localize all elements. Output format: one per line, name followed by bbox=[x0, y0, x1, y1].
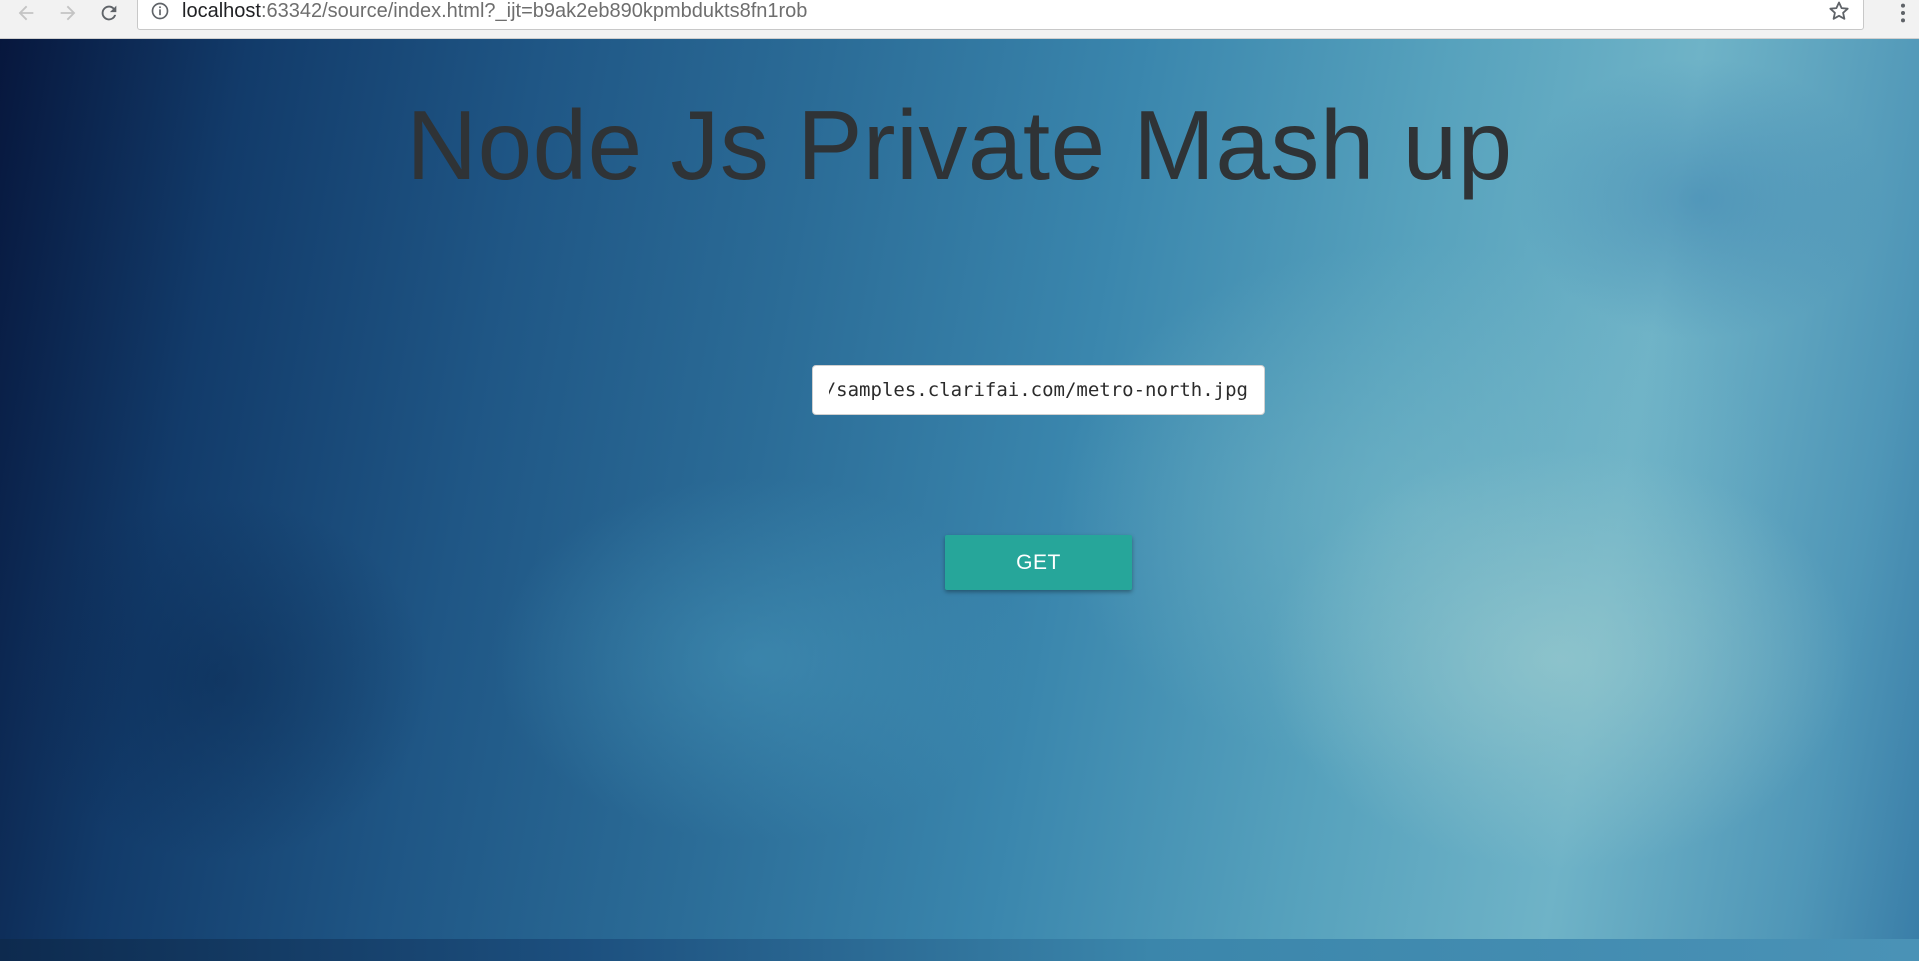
address-url-path: :63342/source/index.html?_ijt=b9ak2eb890… bbox=[260, 0, 808, 22]
page-viewport: Node Js Private Mash up GET bbox=[0, 39, 1919, 939]
kebab-menu-icon[interactable] bbox=[1895, 0, 1911, 26]
bottom-strip bbox=[0, 939, 1919, 961]
forward-button[interactable] bbox=[50, 0, 86, 26]
star-icon[interactable] bbox=[1827, 0, 1851, 23]
image-url-input[interactable] bbox=[812, 365, 1265, 415]
get-button[interactable]: GET bbox=[945, 535, 1132, 590]
browser-toolbar: localhost:63342/source/index.html?_ijt=b… bbox=[0, 0, 1919, 39]
address-url: localhost:63342/source/index.html?_ijt=b… bbox=[182, 0, 807, 25]
arrow-left-icon bbox=[18, 5, 34, 21]
reload-button[interactable] bbox=[91, 0, 127, 26]
info-icon[interactable] bbox=[150, 1, 170, 21]
reload-icon bbox=[101, 5, 117, 21]
address-url-host: localhost bbox=[182, 0, 261, 22]
address-bar[interactable]: localhost:63342/source/index.html?_ijt=b… bbox=[137, 0, 1864, 30]
back-button[interactable] bbox=[8, 0, 44, 26]
arrow-right-icon bbox=[60, 5, 76, 21]
page-title: Node Js Private Mash up bbox=[406, 90, 1513, 200]
